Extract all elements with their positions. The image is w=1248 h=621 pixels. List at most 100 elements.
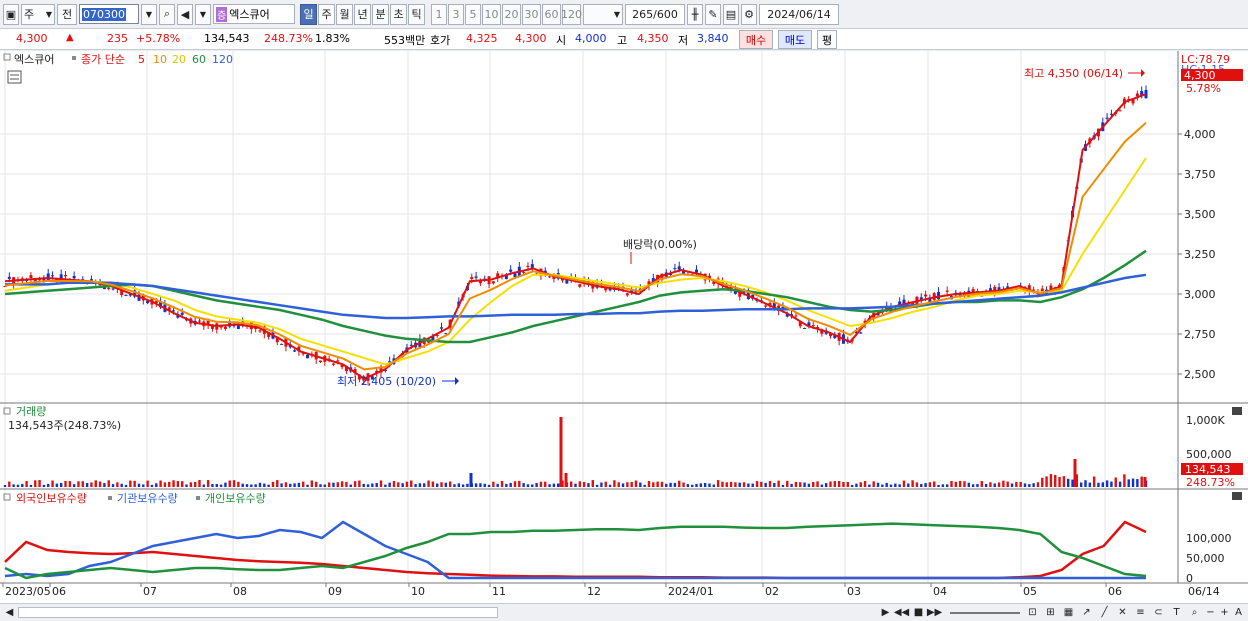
cross-icon[interactable]: ✕ xyxy=(1116,606,1129,619)
avg-button[interactable]: 평 xyxy=(817,30,837,49)
save-icon[interactable]: ▤ xyxy=(723,3,739,25)
volume-bar xyxy=(124,484,128,487)
interval-button-120[interactable]: 120 xyxy=(561,3,582,25)
holdings-panel-close-icon[interactable] xyxy=(1232,492,1242,500)
search-icon[interactable]: ⌕ xyxy=(159,3,175,25)
table-icon[interactable] xyxy=(7,70,22,84)
legend-ma-20[interactable]: 20 xyxy=(172,53,186,66)
volume-bar xyxy=(310,480,314,487)
compare-icon[interactable]: ⊞ xyxy=(1044,606,1057,619)
count-field[interactable]: 265/600 xyxy=(625,3,685,25)
interval-button-5[interactable]: 5 xyxy=(465,3,481,25)
speaker-icon[interactable]: ◀ xyxy=(177,3,193,25)
stock-name-field[interactable]: 증 엑스큐어 xyxy=(213,4,295,24)
legend-foreign[interactable]: 외국인보유수량 xyxy=(16,492,87,505)
interval-button-20[interactable]: 20 xyxy=(502,3,521,25)
tab-timeframe-2[interactable]: 월 xyxy=(336,3,353,25)
stock-code-input[interactable]: 070300 xyxy=(79,4,139,24)
volume-bar xyxy=(1071,479,1074,487)
volume-bar xyxy=(168,481,171,487)
gear-icon[interactable]: ⚙ xyxy=(741,3,757,25)
search-zoom-icon[interactable]: ⌕ xyxy=(1188,606,1201,619)
volume-bar xyxy=(971,484,975,487)
period-type-select[interactable]: 주 ▼ xyxy=(21,3,55,25)
prev-button[interactable]: 전 xyxy=(57,3,77,25)
interval-button-60[interactable]: 60 xyxy=(542,3,561,25)
fib-icon[interactable]: ≡ xyxy=(1134,606,1147,619)
interval-dropdown[interactable]: ▼ xyxy=(583,3,623,25)
stop-icon[interactable]: ■ xyxy=(912,606,925,619)
x-axis-label: 06 xyxy=(52,585,66,598)
tab-timeframe-1[interactable]: 주 xyxy=(318,3,335,25)
zoom-slider[interactable] xyxy=(950,612,1020,614)
low-annotation: 최저 2,405 (10/20) xyxy=(337,375,436,388)
chevron-down-icon[interactable]: ▼ xyxy=(195,3,211,25)
interval-button-30[interactable]: 30 xyxy=(522,3,541,25)
date-field[interactable]: 2024/06/14 xyxy=(759,3,839,25)
candle-body xyxy=(945,290,949,292)
tab-timeframe-6[interactable]: 틱 xyxy=(408,3,425,25)
scroll-track[interactable] xyxy=(18,607,498,618)
volume-bar xyxy=(725,482,728,487)
magnet-icon[interactable]: ⊂ xyxy=(1152,606,1165,619)
layout-icon[interactable]: ▣ xyxy=(3,3,19,25)
legend-individual[interactable]: 개인보유수량 xyxy=(205,492,266,505)
volume-bar xyxy=(639,482,642,487)
interval-button-10[interactable]: 10 xyxy=(482,3,501,25)
volume-bar xyxy=(846,481,849,487)
interval-button-1[interactable]: 1 xyxy=(431,3,447,25)
x-axis-label: 2024/01 xyxy=(668,585,714,598)
tab-timeframe-4[interactable]: 분 xyxy=(372,3,389,25)
buy-button[interactable]: 매수 xyxy=(739,30,773,49)
volume-spike-bar xyxy=(559,417,563,487)
volume-panel-close-icon[interactable] xyxy=(1232,407,1242,415)
auto-scale-icon[interactable]: A xyxy=(1232,606,1245,619)
volume-bar xyxy=(405,481,409,487)
low-label: 저 xyxy=(678,34,689,47)
change-pct: +5.78% xyxy=(136,32,181,45)
legend-ma-60[interactable]: 60 xyxy=(192,53,206,66)
price-tick-label: 3,500 xyxy=(1184,208,1216,221)
volume-bar xyxy=(760,481,763,487)
interval-button-3[interactable]: 3 xyxy=(448,3,464,25)
volume-bar xyxy=(630,481,633,487)
tool-icon[interactable]: ✎ xyxy=(705,3,721,25)
volume-bar xyxy=(518,480,521,487)
volume-bar xyxy=(587,483,590,487)
rewind-icon[interactable]: ◀◀ xyxy=(894,606,909,619)
zoom-in-icon[interactable]: + xyxy=(1218,606,1231,619)
volume-bar xyxy=(427,480,430,487)
scroll-bar[interactable]: ◀ ▶ ◀◀ ■ ▶▶ ⊡ ⊞ ▦ ↗ ╱ ✕ ≡ ⊂ T ⌕ − + A xyxy=(0,603,1248,621)
line-icon[interactable]: ╱ xyxy=(1098,606,1111,619)
text-icon[interactable]: T xyxy=(1170,606,1183,619)
zoom-tool-icon[interactable]: ⊡ xyxy=(1026,606,1039,619)
scroll-left-icon[interactable]: ◀ xyxy=(3,606,16,619)
candle-icon[interactable]: ╫ xyxy=(687,3,703,25)
volume-tick-label: 1,000K xyxy=(1186,414,1225,427)
tab-timeframe-0[interactable]: 일 xyxy=(300,3,317,25)
zoom-out-icon[interactable]: − xyxy=(1204,606,1217,619)
chart-area[interactable]: 4,000 3,750 3,500 3,250 3,000 2,750 2,500 1,000… xyxy=(0,51,1248,603)
grid-icon[interactable]: ▦ xyxy=(1062,606,1075,619)
legend-ma-10[interactable]: 10 xyxy=(153,53,167,66)
candle-body xyxy=(578,284,582,287)
legend-ma-5[interactable]: 5 xyxy=(138,53,145,66)
play-icon[interactable]: ▶ xyxy=(879,606,892,619)
forward-icon[interactable]: ▶▶ xyxy=(927,606,942,619)
sell-button[interactable]: 매도 xyxy=(778,30,812,49)
tab-timeframe-5[interactable]: 초 xyxy=(390,3,407,25)
draw-icon[interactable]: ↗ xyxy=(1080,606,1093,619)
volume-bar xyxy=(595,484,599,487)
volume-bar xyxy=(457,483,461,487)
volume-bar xyxy=(548,484,551,487)
volume-bar xyxy=(712,484,716,487)
legend-ma-120[interactable]: 120 xyxy=(212,53,233,66)
tab-timeframe-3[interactable]: 년 xyxy=(354,3,371,25)
volume-bar xyxy=(12,484,15,487)
volume-bar xyxy=(345,481,348,487)
legend-institution[interactable]: 기관보유수량 xyxy=(117,492,178,505)
volume-bar xyxy=(3,485,7,487)
volume-bar xyxy=(881,484,884,487)
volume-bar xyxy=(855,483,858,487)
dropdown-icon[interactable]: ▼ xyxy=(141,3,157,25)
